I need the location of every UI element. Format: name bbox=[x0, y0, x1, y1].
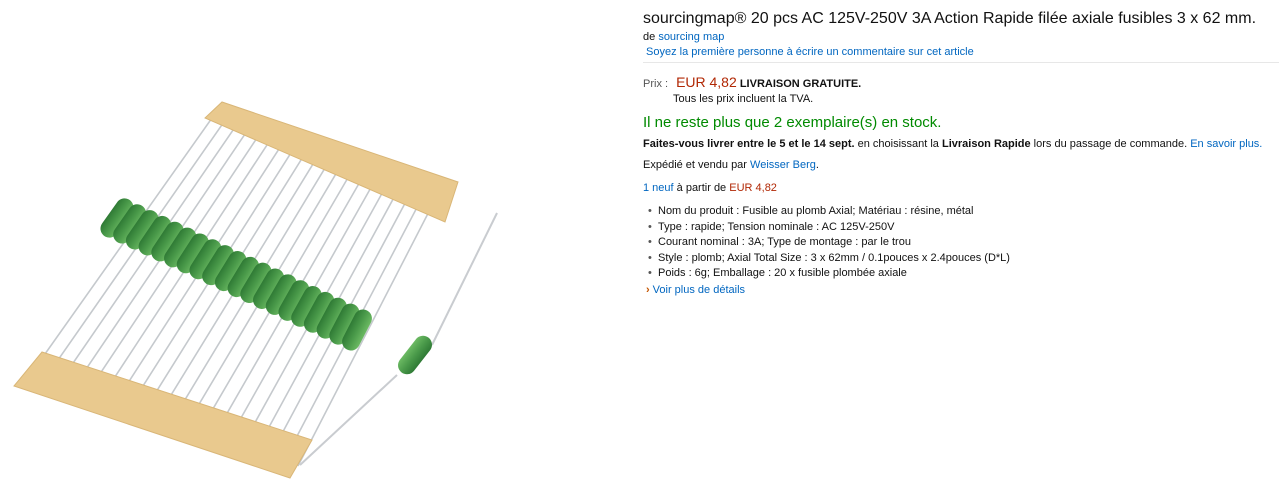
price-value: EUR 4,82 bbox=[676, 74, 737, 90]
delivery-mid: en choisissant la bbox=[854, 138, 942, 150]
feature-text: Courant nominal : 3A; Type de montage : … bbox=[658, 236, 911, 248]
bullet-icon: • bbox=[648, 236, 652, 248]
stock-status: Il ne reste plus que 2 exemplaire(s) en … bbox=[643, 114, 942, 131]
product-image[interactable] bbox=[0, 0, 520, 480]
price-label: Prix : bbox=[643, 78, 669, 90]
bullet-icon: • bbox=[648, 251, 652, 264]
bullet-icon: • bbox=[648, 267, 652, 279]
list-item: • Nom du produit : Fusible au plomb Axial… bbox=[643, 204, 1010, 220]
brand-link[interactable]: sourcing map bbox=[658, 31, 724, 43]
offer-price: EUR 4,82 bbox=[729, 182, 777, 194]
fuses-photo bbox=[13, 101, 498, 479]
feature-text: Nom du produit : Fusible au plomb Axial;… bbox=[658, 205, 974, 217]
loose-fuse-body bbox=[397, 335, 433, 375]
new-offers-link[interactable]: 1 neuf bbox=[643, 182, 674, 194]
write-review-link[interactable]: Soyez la première personne à écrire un c… bbox=[646, 45, 974, 59]
feature-text: Style : plomb; Axial Total Size : 3 x 62… bbox=[658, 251, 1010, 264]
list-item: • Type : rapide; Tension nominale : AC 12… bbox=[643, 220, 1010, 236]
loose-fuse-lead bbox=[431, 212, 498, 346]
bullet-icon: • bbox=[648, 205, 652, 217]
list-item: • Style : plomb; Axial Total Size : 3 x 6… bbox=[643, 251, 1010, 267]
delivery-dates: Faites-vous livrer entre le 5 et le 14 s… bbox=[643, 138, 855, 150]
seller-info: Expédié et vendu par Weisser Berg. bbox=[643, 158, 819, 172]
delivery-end: lors du passage de commande. bbox=[1030, 138, 1191, 150]
seller-link[interactable]: Weisser Berg bbox=[750, 159, 816, 171]
learn-more-link[interactable]: En savoir plus. bbox=[1190, 138, 1262, 150]
seller-prefix: Expédié et vendu par bbox=[643, 159, 751, 171]
feature-text: Poids : 6g; Emballage : 20 x fusible plo… bbox=[658, 267, 907, 279]
product-title: sourcingmap® 20 pcs AC 125V-250V 3A Acti… bbox=[643, 10, 1257, 27]
see-more-details-label: Voir plus de détails bbox=[652, 284, 746, 296]
divider bbox=[643, 62, 1279, 63]
vat-note: Tous les prix incluent la TVA. bbox=[673, 93, 814, 105]
delivery-method: Livraison Rapide bbox=[941, 138, 1031, 150]
bullet-icon: • bbox=[648, 220, 652, 233]
byline-prefix: de bbox=[643, 31, 656, 43]
loose-fuse-lead bbox=[299, 374, 398, 466]
feature-text: Type : rapide; Tension nominale : AC 125… bbox=[658, 220, 895, 233]
see-more-details-link[interactable]: › Voir plus de détails bbox=[646, 283, 745, 297]
byline: de sourcing map bbox=[643, 30, 724, 44]
list-item: • Poids : 6g; Emballage : 20 x fusible pl… bbox=[643, 266, 1010, 282]
offers-info: 1 neuf à partir de EUR 4,82 bbox=[643, 181, 777, 195]
delivery-info: Faites-vous livrer entre le 5 et le 14 s… bbox=[643, 137, 1262, 151]
feature-list: • Nom du produit : Fusible au plomb Axial… bbox=[643, 204, 1010, 282]
price-row: Prix : EUR 4,82 LIVRAISON GRATUITE. bbox=[643, 73, 861, 93]
list-item: • Courant nominal : 3A; Type de montage :… bbox=[643, 235, 1010, 251]
seller-suffix: . bbox=[815, 159, 819, 171]
free-shipping-label: LIVRAISON GRATUITE. bbox=[739, 78, 862, 90]
offers-mid: à partir de bbox=[673, 182, 730, 194]
chevron-right-icon: › bbox=[646, 284, 650, 296]
